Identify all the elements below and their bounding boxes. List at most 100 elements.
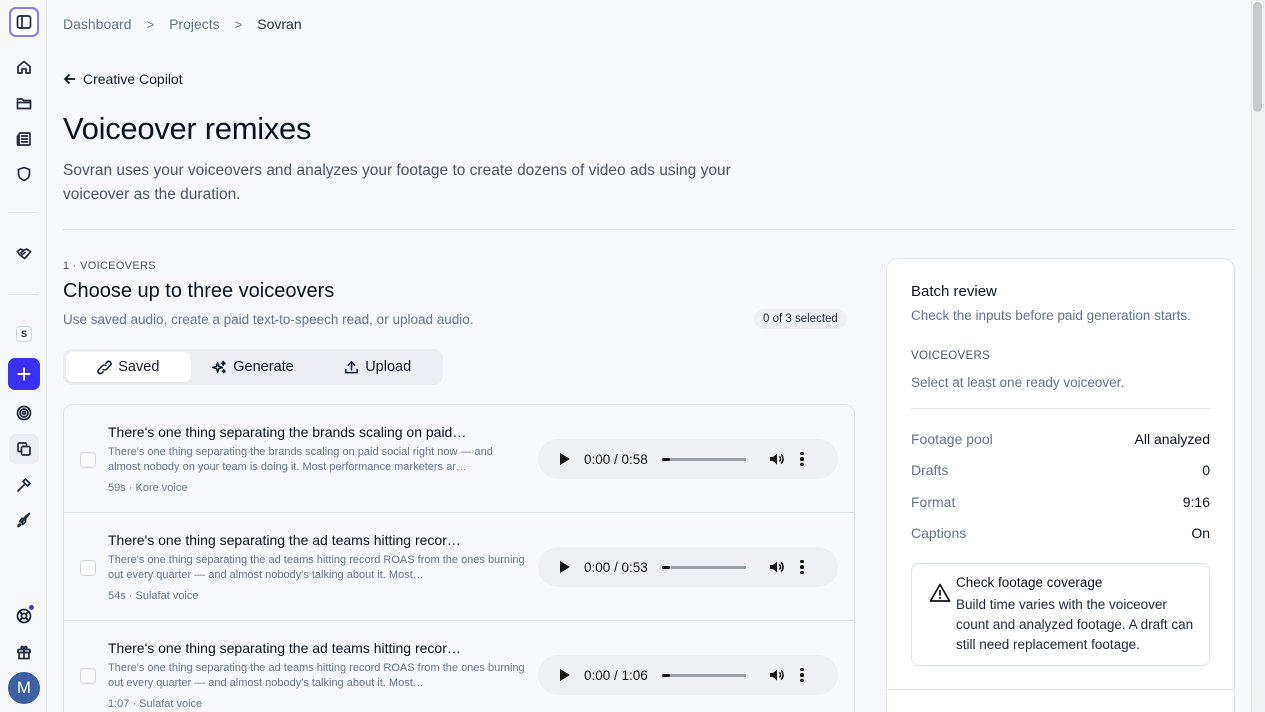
audio-seek-fill — [662, 457, 670, 461]
audio-seek-bar[interactable] — [662, 673, 746, 677]
link-icon — [97, 360, 113, 374]
divider — [63, 229, 1235, 230]
audio-player: 0:00 / 0:53 — [538, 547, 838, 587]
sidebar: S M — [0, 0, 47, 712]
sidebar-toggle-icon[interactable] — [9, 7, 39, 37]
volume-icon[interactable] — [768, 450, 786, 468]
voiceover-checkbox[interactable] — [80, 452, 96, 468]
audio-player: 0:00 / 1:06 — [538, 655, 838, 695]
chevron-right-icon: > — [234, 16, 243, 32]
divider — [911, 408, 1210, 409]
warning-icon — [929, 583, 951, 602]
play-icon[interactable] — [560, 453, 570, 465]
voiceover-title: There's one thing separating the brands … — [108, 424, 467, 440]
page-scrollbar-track[interactable] — [1251, 0, 1265, 712]
volume-icon[interactable] — [768, 558, 786, 576]
audio-time: 0:00 / 0:58 — [584, 451, 648, 467]
more-options-icon[interactable] — [800, 451, 804, 467]
summary-row-captions: Captions On — [911, 525, 1210, 541]
play-icon[interactable] — [560, 669, 570, 681]
folder-icon[interactable] — [9, 88, 39, 118]
batch-review-subtitle: Check the inputs before paid generation … — [911, 308, 1191, 323]
source-tabs: Saved Generate Upload — [63, 349, 443, 385]
voiceover-text: There's one thing separating the ad team… — [108, 554, 525, 581]
tab-generate-label: Generate — [233, 359, 294, 375]
voiceover-row[interactable]: There's one thing separating the brands … — [64, 405, 854, 513]
tab-saved[interactable]: Saved — [66, 352, 191, 382]
copy-icon[interactable] — [9, 434, 39, 464]
workspace-badge: S — [16, 326, 32, 342]
audio-seek-fill — [662, 673, 670, 677]
hammer-icon[interactable] — [9, 470, 39, 500]
plus-icon[interactable] — [8, 358, 40, 390]
back-link[interactable]: Creative Copilot — [63, 71, 183, 87]
summary-key: Footage pool — [911, 431, 993, 447]
summary-value: 0 — [1202, 462, 1210, 478]
more-options-icon[interactable] — [800, 559, 804, 575]
tab-generate[interactable]: Generate — [191, 352, 316, 382]
play-icon[interactable] — [560, 561, 570, 573]
target-icon[interactable] — [9, 398, 39, 428]
summary-row-footage: Footage pool All analyzed — [911, 431, 1210, 447]
summary-key: Captions — [911, 525, 967, 541]
volume-icon[interactable] — [768, 666, 786, 684]
back-link-label: Creative Copilot — [83, 71, 183, 87]
summary-value: All analyzed — [1134, 431, 1211, 447]
voiceover-row[interactable]: There's one thing separating the ad team… — [64, 513, 854, 621]
selected-count-badge: 0 of 3 selected — [754, 309, 847, 329]
summary-key: Format — [911, 494, 956, 510]
notification-dot — [28, 604, 35, 611]
breadcrumb-current: Sovran — [257, 16, 302, 32]
note-title: Check footage coverage — [956, 575, 1103, 590]
avatar[interactable]: M — [8, 672, 40, 704]
summary-value: 9:16 — [1182, 494, 1210, 510]
breadcrumb: Dashboard > Projects > Sovran — [63, 16, 302, 32]
summary-row-drafts: Drafts 0 — [911, 462, 1210, 478]
sidebar-divider — [8, 294, 38, 295]
voiceover-title: There's one thing separating the ad team… — [108, 640, 461, 656]
batch-review-title: Batch review — [911, 283, 997, 300]
upload-icon — [345, 360, 359, 373]
tab-saved-label: Saved — [118, 359, 160, 375]
voiceover-title: There's one thing separating the ad team… — [108, 532, 461, 548]
audio-time: 0:00 / 0:53 — [584, 559, 648, 575]
voiceovers-hint: Select at least one ready voiceover. — [911, 375, 1125, 390]
summary-value: On — [1191, 525, 1210, 541]
breadcrumb-projects[interactable]: Projects — [169, 16, 220, 32]
voiceover-checkbox[interactable] — [80, 560, 96, 576]
voiceovers-label: VOICEOVERS — [911, 350, 991, 362]
breadcrumb-dashboard[interactable]: Dashboard — [63, 16, 132, 32]
note-body: Build time varies with the voiceover cou… — [956, 597, 1194, 652]
summary-row-format: Format 9:16 — [911, 494, 1210, 510]
chevron-right-icon: > — [146, 16, 155, 32]
arrow-left-icon — [63, 73, 75, 85]
audio-time: 0:00 / 1:06 — [584, 667, 648, 683]
voiceover-meta: 54s · Sulafat voice — [108, 590, 199, 602]
newspaper-icon[interactable] — [9, 124, 39, 154]
voiceover-row[interactable]: There's one thing separating the ad team… — [64, 621, 854, 712]
page-scrollbar-thumb[interactable] — [1253, 2, 1262, 112]
tab-upload[interactable]: Upload — [315, 352, 440, 382]
section-title: Choose up to three voiceovers — [63, 280, 335, 302]
audio-seek-bar[interactable] — [662, 457, 746, 461]
sparkles-icon — [212, 360, 227, 373]
gift-icon[interactable] — [9, 637, 39, 667]
workspace-switcher[interactable]: S — [9, 319, 39, 349]
rocket-icon[interactable] — [9, 505, 39, 535]
home-icon[interactable] — [9, 52, 39, 82]
summary-key: Drafts — [911, 462, 949, 478]
section-subtitle: Use saved audio, create a paid text-to-s… — [63, 312, 474, 327]
support-icon[interactable] — [9, 601, 39, 631]
audio-seek-bar[interactable] — [662, 565, 746, 569]
more-options-icon[interactable] — [800, 667, 804, 683]
handshake-icon[interactable] — [9, 239, 39, 269]
voiceover-checkbox[interactable] — [80, 668, 96, 684]
shield-icon[interactable] — [9, 159, 39, 189]
divider — [887, 689, 1234, 690]
tab-upload-label: Upload — [365, 359, 412, 375]
sidebar-divider — [8, 212, 38, 213]
audio-player: 0:00 / 0:58 — [538, 439, 838, 479]
page-title: Voiceover remixes — [63, 111, 312, 146]
page-description: Sovran uses your voiceovers and analyzes… — [63, 162, 731, 203]
audio-seek-fill — [662, 565, 670, 569]
